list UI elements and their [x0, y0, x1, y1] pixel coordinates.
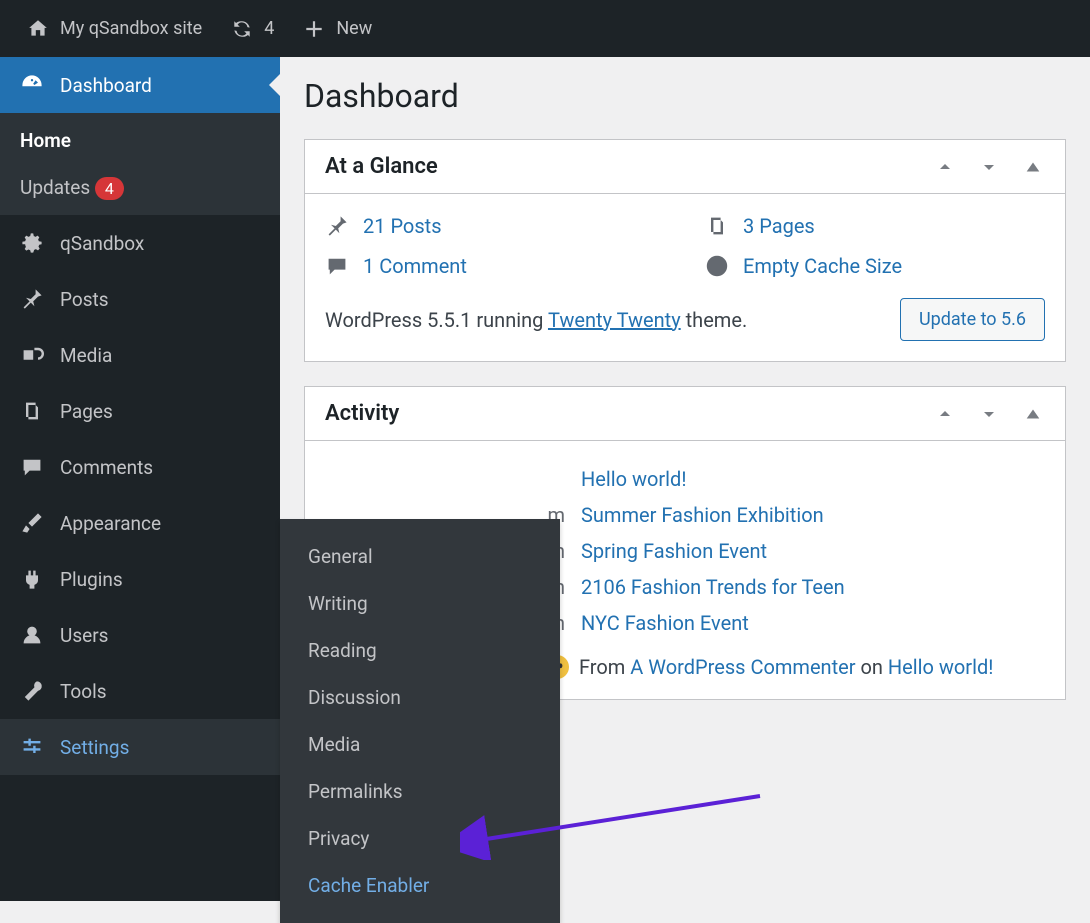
brush-icon — [20, 511, 44, 535]
toolbar-updates[interactable]: 4 — [216, 17, 288, 41]
settings-flyout: General Writing Reading Discussion Media… — [280, 519, 560, 923]
activity-suffix — [545, 467, 565, 491]
activity-item: mSpring Fashion Event — [545, 533, 1045, 569]
media-icon — [20, 343, 44, 367]
flyout-discussion[interactable]: Discussion — [280, 674, 560, 721]
menu-qsandbox[interactable]: qSandbox — [0, 215, 280, 271]
menu-label: Comments — [60, 456, 153, 479]
menu-label: Plugins — [60, 568, 123, 591]
dashboard-submenu: Home Updates 4 — [0, 113, 280, 215]
menu-label: Settings — [60, 736, 129, 759]
menu-label: Pages — [60, 400, 113, 423]
panel-controls — [933, 155, 1045, 179]
menu-tools[interactable]: Tools — [0, 663, 280, 719]
activity-link[interactable]: 2106 Fashion Trends for Teen — [581, 575, 845, 599]
circle-icon — [705, 254, 729, 278]
toolbar-new-label: New — [336, 18, 372, 39]
submenu-updates[interactable]: Updates 4 — [0, 164, 280, 211]
glance-posts[interactable]: 21 Posts — [325, 214, 665, 238]
menu-label: Appearance — [60, 512, 161, 535]
glance-cache[interactable]: Empty Cache Size — [705, 254, 1045, 278]
panel-header: At a Glance — [305, 140, 1065, 194]
activity-title: Activity — [325, 401, 399, 426]
menu-label: Dashboard — [60, 74, 152, 97]
plugin-icon — [20, 567, 44, 591]
updates-badge: 4 — [95, 177, 124, 200]
chevron-up-icon[interactable] — [933, 155, 957, 179]
panel-controls — [933, 402, 1045, 426]
menu-pages[interactable]: Pages — [0, 383, 280, 439]
menu-dashboard[interactable]: Dashboard — [0, 57, 280, 113]
activity-comment: From A WordPress Commenter on Hello worl… — [545, 641, 1045, 679]
activity-item: Hello world! — [545, 461, 1045, 497]
flyout-media[interactable]: Media — [280, 721, 560, 768]
toolbar-site-link[interactable]: My qSandbox site — [12, 17, 216, 41]
comment-icon — [325, 254, 349, 278]
home-icon — [26, 17, 50, 41]
activity-item: m2106 Fashion Trends for Teen — [545, 569, 1045, 605]
activity-item: mNYC Fashion Event — [545, 605, 1045, 641]
comment-post-link[interactable]: Hello world! — [888, 655, 993, 679]
admin-toolbar: My qSandbox site 4 New — [0, 0, 1090, 57]
menu-comments[interactable]: Comments — [0, 439, 280, 495]
activity-item: mSummer Fashion Exhibition — [545, 497, 1045, 533]
activity-link[interactable]: Summer Fashion Exhibition — [581, 503, 824, 527]
flyout-writing[interactable]: Writing — [280, 580, 560, 627]
dashboard-icon — [20, 73, 44, 97]
activity-link[interactable]: Hello world! — [581, 467, 686, 491]
update-button[interactable]: Update to 5.6 — [900, 298, 1045, 341]
menu-label: qSandbox — [60, 232, 144, 255]
menu-label: Posts — [60, 288, 109, 311]
plus-icon — [302, 17, 326, 41]
pages-icon — [705, 214, 729, 238]
menu-label: Users — [60, 624, 108, 647]
pin-icon — [325, 214, 349, 238]
gear-icon — [20, 231, 44, 255]
flyout-cache-enabler[interactable]: Cache Enabler — [280, 862, 560, 909]
glance-pages[interactable]: 3 Pages — [705, 214, 1045, 238]
admin-sidebar: Dashboard Home Updates 4 qSandbox Posts … — [0, 57, 280, 901]
chevron-up-icon[interactable] — [933, 402, 957, 426]
activity-link[interactable]: Spring Fashion Event — [581, 539, 767, 563]
flyout-privacy[interactable]: Privacy — [280, 815, 560, 862]
comment-author-link[interactable]: A WordPress Commenter — [630, 655, 855, 679]
wrench-icon — [20, 679, 44, 703]
glance-title: At a Glance — [325, 154, 438, 179]
theme-link[interactable]: Twenty Twenty — [548, 308, 681, 332]
at-a-glance-panel: At a Glance 21 Posts 3 Pages — [304, 139, 1066, 362]
page-title: Dashboard — [304, 77, 1066, 115]
menu-media[interactable]: Media — [0, 327, 280, 383]
activity-link[interactable]: NYC Fashion Event — [581, 611, 749, 635]
flyout-permalinks[interactable]: Permalinks — [280, 768, 560, 815]
flyout-reading[interactable]: Reading — [280, 627, 560, 674]
submenu-home[interactable]: Home — [0, 117, 280, 164]
wp-version-text: WordPress 5.5.1 running Twenty Twenty th… — [325, 308, 747, 332]
triangle-up-icon[interactable] — [1021, 155, 1045, 179]
refresh-icon — [230, 17, 254, 41]
user-icon — [20, 623, 44, 647]
glance-comment[interactable]: 1 Comment — [325, 254, 665, 278]
menu-label: Media — [60, 344, 112, 367]
sliders-icon — [20, 735, 44, 759]
triangle-up-icon[interactable] — [1021, 402, 1045, 426]
pin-icon — [20, 287, 44, 311]
menu-label: Tools — [60, 680, 107, 703]
chevron-down-icon[interactable] — [977, 402, 1001, 426]
site-name: My qSandbox site — [60, 18, 202, 39]
panel-header: Activity — [305, 387, 1065, 441]
menu-settings[interactable]: Settings — [0, 719, 280, 775]
menu-posts[interactable]: Posts — [0, 271, 280, 327]
comment-icon — [20, 455, 44, 479]
toolbar-updates-count: 4 — [264, 18, 274, 39]
toolbar-new[interactable]: New — [288, 17, 386, 41]
activity-list: Hello world! mSummer Fashion ExhibitionmS… — [545, 461, 1045, 641]
menu-users[interactable]: Users — [0, 607, 280, 663]
flyout-general[interactable]: General — [280, 533, 560, 580]
pages-icon — [20, 399, 44, 423]
menu-appearance[interactable]: Appearance — [0, 495, 280, 551]
chevron-down-icon[interactable] — [977, 155, 1001, 179]
menu-plugins[interactable]: Plugins — [0, 551, 280, 607]
